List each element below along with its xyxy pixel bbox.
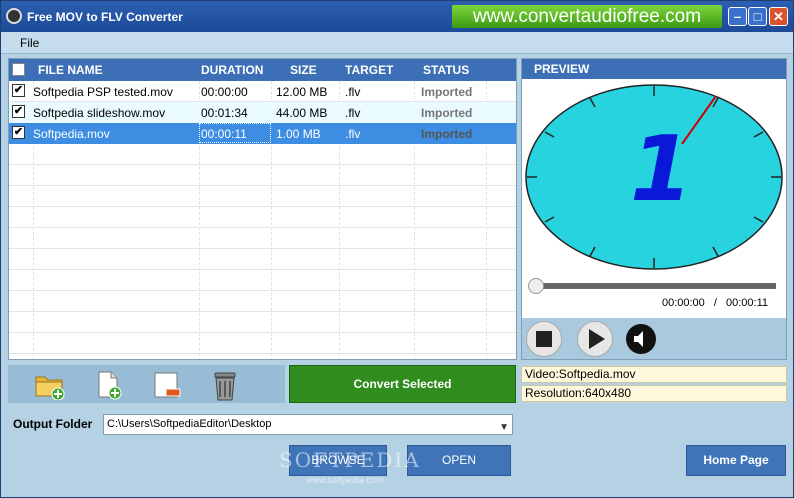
cell-target: .flv — [345, 106, 361, 120]
header-status[interactable]: STATUS — [423, 63, 469, 77]
row-checkbox[interactable]: ✔ — [12, 84, 25, 97]
cell-status: Imported — [421, 127, 473, 141]
chevron-down-icon[interactable]: ▼ — [499, 418, 509, 437]
convert-selected-button[interactable]: Convert Selected — [289, 365, 516, 403]
video-info: Video:Softpedia.mov — [521, 366, 787, 383]
stop-button[interactable] — [526, 321, 562, 357]
resolution-info: Resolution:640x480 — [521, 385, 787, 402]
header-size[interactable]: SIZE — [290, 63, 317, 77]
time-display: 00:00:00 / 00:00:11 — [662, 297, 768, 309]
cell-file-name: Softpedia PSP tested.mov — [33, 85, 173, 99]
speaker-icon — [634, 331, 643, 347]
seek-slider-thumb[interactable] — [528, 278, 544, 294]
file-remove-icon[interactable] — [152, 370, 182, 400]
menu-bar: File — [1, 32, 793, 54]
cell-size: 1.00 MB — [276, 127, 321, 141]
window-title: Free MOV to FLV Converter — [27, 10, 183, 24]
home-page-button[interactable]: Home Page — [686, 445, 786, 476]
cell-target: .flv — [345, 127, 361, 141]
table-row[interactable]: ✔ Softpedia slideshow.mov 00:01:34 44.00… — [9, 102, 516, 123]
row-checkbox[interactable]: ✔ — [12, 105, 25, 118]
output-folder-path: C:\Users\SoftpediaEditor\Desktop — [107, 418, 272, 430]
grid-header: FILE NAME DURATION SIZE TARGET STATUS — [9, 59, 516, 81]
stop-icon — [536, 331, 552, 347]
file-add-icon[interactable] — [94, 370, 124, 400]
watermark-url: www.softpedia.com — [306, 475, 384, 485]
time-separator: / — [713, 297, 717, 309]
cell-size: 12.00 MB — [276, 85, 328, 99]
open-button[interactable]: OPEN — [407, 445, 511, 476]
total-time: 00:00:11 — [725, 297, 768, 309]
title-bar: Free MOV to FLV Converter www.convertaud… — [1, 1, 793, 32]
trash-icon[interactable] — [210, 370, 240, 401]
film-reel-icon — [6, 8, 22, 24]
frame-digit: 1 — [630, 117, 693, 222]
file-list[interactable]: FILE NAME DURATION SIZE TARGET STATUS ✔ … — [8, 58, 517, 360]
cell-status: Imported — [421, 85, 473, 99]
cell-file-name: Softpedia.mov — [33, 127, 110, 141]
maximize-button[interactable]: □ — [748, 7, 767, 26]
cell-status: Imported — [421, 106, 473, 120]
minimize-button[interactable]: – — [728, 7, 747, 26]
file-toolbar — [8, 365, 285, 403]
close-button[interactable]: ✕ — [769, 7, 788, 26]
cell-duration: 00:00:00 — [201, 85, 248, 99]
cell-size: 44.00 MB — [276, 106, 328, 120]
website-banner-link[interactable]: www.convertaudiofree.com — [452, 5, 722, 28]
player-controls — [522, 318, 786, 359]
current-time: 00:00:00 — [661, 297, 705, 309]
cell-duration: 00:01:34 — [201, 106, 248, 120]
seek-track[interactable] — [530, 283, 776, 289]
preview-panel: PREVIEW 1 00:00:00 / 00:00:11 — [521, 58, 787, 360]
play-icon — [589, 329, 605, 349]
play-button[interactable] — [577, 321, 613, 357]
header-duration[interactable]: DURATION — [201, 63, 263, 77]
watermark: SOFTPEDIA — [279, 448, 421, 472]
output-folder-label: Output Folder — [13, 417, 93, 431]
cell-focus-outline — [199, 123, 271, 143]
folder-add-icon[interactable] — [34, 370, 65, 401]
header-target[interactable]: TARGET — [345, 63, 393, 77]
header-file-name[interactable]: FILE NAME — [38, 63, 103, 77]
output-folder-dropdown[interactable]: C:\Users\SoftpediaEditor\Desktop ▼ — [103, 414, 513, 435]
preview-title: PREVIEW — [522, 59, 786, 79]
cell-file-name: Softpedia slideshow.mov — [33, 106, 166, 120]
row-checkbox[interactable]: ✔ — [12, 126, 25, 139]
menu-file[interactable]: File — [20, 36, 39, 50]
video-frame: 1 — [525, 84, 783, 270]
table-row[interactable]: ✔ Softpedia.mov 00:00:11 1.00 MB .flv Im… — [9, 123, 516, 144]
cell-target: .flv — [345, 85, 361, 99]
app-window: Free MOV to FLV Converter www.convertaud… — [0, 0, 794, 498]
table-row[interactable]: ✔ Softpedia PSP tested.mov 00:00:00 12.0… — [9, 81, 516, 102]
volume-button[interactable] — [626, 324, 656, 354]
select-all-checkbox[interactable] — [12, 63, 25, 76]
